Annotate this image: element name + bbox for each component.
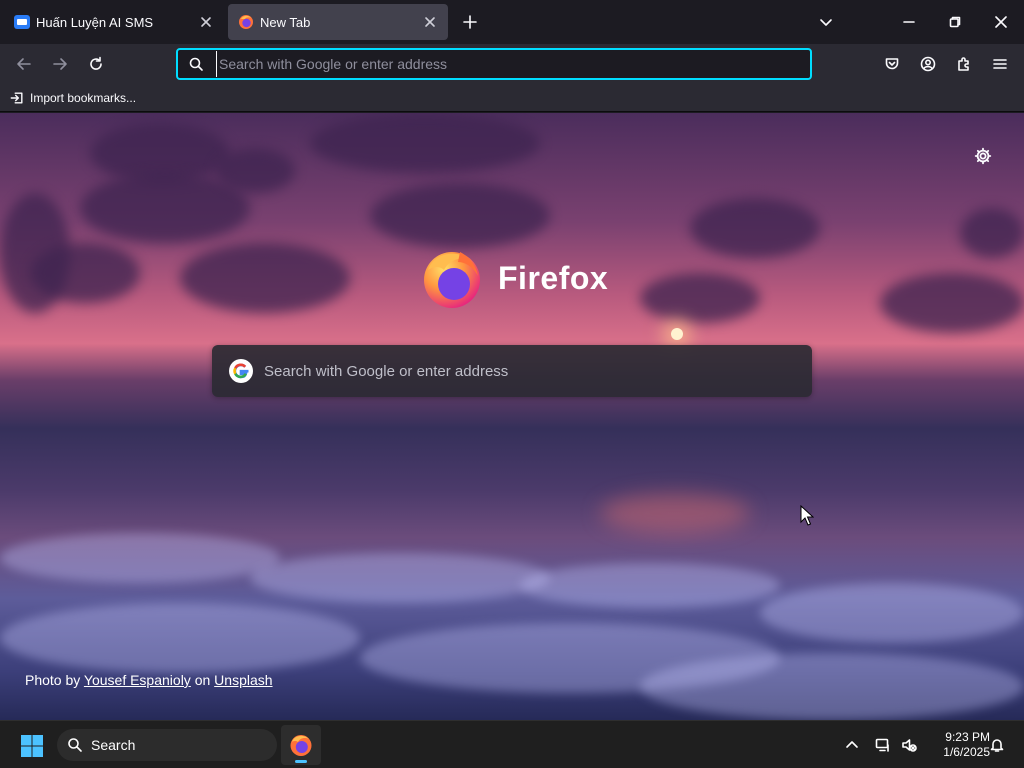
- photographer-link[interactable]: Yousef Espanioly: [84, 672, 191, 688]
- attribution-prefix: Photo by: [25, 672, 81, 688]
- forward-button[interactable]: [44, 48, 76, 80]
- newtab-search-input[interactable]: [264, 351, 812, 391]
- search-icon: [68, 738, 82, 752]
- volume-tray-button[interactable]: [899, 735, 919, 755]
- mouse-cursor-icon: [800, 505, 814, 526]
- volume-muted-icon: [902, 739, 917, 752]
- chevron-up-icon: [846, 741, 858, 748]
- personalize-settings-button[interactable]: [972, 145, 994, 167]
- firefox-icon: [290, 735, 312, 756]
- new-tab-page: Firefox Photo by Yousef Espanioly on Uns…: [0, 113, 1024, 720]
- taskbar-search-label: Search: [91, 737, 136, 753]
- tab-huan-luyen-ai-sms[interactable]: Huấn Luyện AI SMS: [4, 4, 224, 40]
- account-button[interactable]: [912, 48, 944, 80]
- minimize-icon: [903, 21, 915, 23]
- close-icon: [995, 16, 1007, 28]
- reload-icon: [90, 56, 102, 70]
- reload-button[interactable]: [80, 48, 112, 80]
- tab-title: New Tab: [260, 14, 311, 30]
- taskbar-search-box[interactable]: Search: [57, 729, 277, 761]
- import-icon: [10, 92, 23, 104]
- network-tray-button[interactable]: [873, 735, 893, 755]
- import-bookmarks-button[interactable]: Import bookmarks...: [10, 89, 136, 107]
- running-app-indicator: [295, 760, 307, 763]
- notifications-button[interactable]: [987, 735, 1007, 755]
- taskbar-firefox-app[interactable]: [281, 725, 321, 765]
- extensions-icon: [958, 57, 969, 71]
- search-icon: [189, 57, 203, 71]
- close-window-button[interactable]: [978, 0, 1024, 44]
- navigation-toolbar: [0, 44, 1024, 84]
- restore-icon: [949, 16, 961, 28]
- system-clock[interactable]: 9:23 PM 1/6/2025: [924, 730, 990, 760]
- windows-taskbar: Search 9:23 PM 1/6/2025: [0, 720, 1024, 768]
- app-menu-button[interactable]: [984, 48, 1016, 80]
- start-button[interactable]: [16, 730, 48, 762]
- newtab-search-box[interactable]: [212, 345, 812, 397]
- clock-date: 1/6/2025: [943, 745, 990, 759]
- gear-icon: [974, 147, 992, 165]
- plus-icon: [463, 15, 477, 29]
- back-button[interactable]: [8, 48, 40, 80]
- attribution-middle: on: [194, 672, 211, 688]
- windows-logo-icon: [21, 735, 43, 757]
- firefox-wordmark: Firefox: [498, 259, 609, 296]
- firefox-logo-icon: [424, 252, 480, 308]
- zalo-favicon: [14, 15, 30, 29]
- pocket-icon: [885, 58, 899, 70]
- chevron-down-icon: [820, 19, 832, 26]
- network-icon: [875, 738, 889, 752]
- clock-time: 9:23 PM: [945, 730, 990, 744]
- close-tab-icon[interactable]: [198, 14, 214, 30]
- close-tab-icon[interactable]: [422, 14, 438, 30]
- show-hidden-icons-button[interactable]: [842, 735, 862, 755]
- account-icon: [920, 56, 936, 72]
- firefox-branding: Firefox: [420, 246, 608, 310]
- url-input[interactable]: [216, 51, 810, 77]
- import-bookmarks-label: Import bookmarks...: [30, 91, 137, 105]
- tab-title: Huấn Luyện AI SMS: [36, 14, 154, 30]
- extensions-button[interactable]: [948, 48, 980, 80]
- menu-icon: [993, 59, 1007, 69]
- unsplash-link[interactable]: Unsplash: [214, 672, 272, 688]
- tab-new-tab[interactable]: New Tab: [228, 4, 448, 40]
- minimize-button[interactable]: [886, 0, 932, 44]
- bookmarks-toolbar: Import bookmarks...: [0, 84, 1024, 112]
- forward-arrow-icon: [53, 58, 67, 70]
- restore-button[interactable]: [932, 0, 978, 44]
- photo-attribution: Photo by Yousef Espanioly on Unsplash: [25, 672, 273, 688]
- bell-icon: [990, 739, 1004, 752]
- new-tab-button[interactable]: [452, 4, 488, 40]
- firefox-favicon: [239, 15, 253, 29]
- google-icon: [229, 359, 253, 383]
- back-arrow-icon: [17, 58, 31, 70]
- tab-strip: Huấn Luyện AI SMS New Tab: [0, 0, 1024, 44]
- pocket-button[interactable]: [876, 48, 908, 80]
- address-bar[interactable]: [176, 48, 812, 80]
- list-all-tabs-button[interactable]: [808, 4, 844, 40]
